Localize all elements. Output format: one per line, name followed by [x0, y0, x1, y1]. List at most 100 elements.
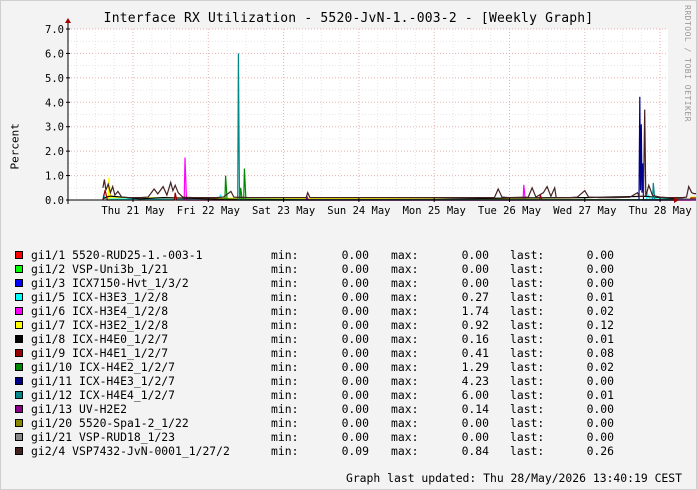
legend-last-label: last: — [510, 262, 545, 276]
legend-last-label: last: — [510, 290, 545, 304]
legend-last-value: 0.00 — [586, 402, 614, 416]
legend-min-value: 0.00 — [341, 290, 369, 304]
legend-row: gi1/2 VSP-Uni3b_1/21 min: 0.00 max: 0.00 last… — [15, 262, 655, 276]
legend-min-value: 0.00 — [341, 346, 369, 360]
legend-series-name: gi1/3 ICX7150-Hvt_1/3/2 — [31, 276, 189, 290]
legend-last-value: 0.00 — [586, 248, 614, 262]
legend-last-value: 0.01 — [586, 290, 614, 304]
legend-max-label: max: — [391, 290, 419, 304]
y-tick-label: 0.0 — [45, 195, 64, 207]
legend-row: gi1/21 VSP-RUD18_1/23 min: 0.00 max: 0.00 las… — [15, 430, 655, 444]
legend-last-label: last: — [510, 346, 545, 360]
legend-series-name: gi1/1 5520-RUD25-1.-003-1 — [31, 248, 203, 262]
legend-swatch — [15, 377, 23, 385]
legend-swatch — [15, 419, 23, 427]
legend-min-value: 0.00 — [341, 416, 369, 430]
legend-max-label: max: — [391, 332, 419, 346]
legend-last-value: 0.00 — [586, 262, 614, 276]
legend-last-value: 0.00 — [586, 374, 614, 388]
legend-swatch — [15, 391, 23, 399]
legend-last-value: 0.02 — [586, 304, 614, 318]
legend-last-label: last: — [510, 318, 545, 332]
legend-series-name: gi1/20 5520-Spa1-2_1/22 — [31, 416, 189, 430]
x-tick-label: Wed 27 May — [553, 205, 616, 217]
legend-row: gi1/13 UV-H2E2 min: 0.00 max: 0.14 last: 0.00 — [15, 402, 655, 416]
legend-last-value: 0.00 — [586, 276, 614, 290]
legend-max-label: max: — [391, 444, 419, 458]
legend-min-label: min: — [271, 304, 299, 318]
legend-row: gi2/4 VSP7432-JvN-0001_1/27/2 min: 0.09 max… — [15, 444, 655, 458]
legend-min-value: 0.00 — [341, 388, 369, 402]
legend-min-label: min: — [271, 374, 299, 388]
legend: gi1/1 5520-RUD25-1.-003-1 min: 0.00 max: 0.0… — [15, 248, 655, 458]
legend-max-value: 4.23 — [461, 374, 489, 388]
legend-min-label: min: — [271, 388, 299, 402]
chart-plot: 0.0 1.0 2.0 3.0 4.0 5.0 6.0 7.0 Thu 21 May Fri 22… — [45, 18, 696, 217]
legend-row: gi1/8 ICX-H4E0_1/2/7 min: 0.00 max: 0.16 last… — [15, 332, 655, 346]
y-tick-label: 5.0 — [45, 73, 64, 85]
x-tick-label: Fri 22 May — [177, 205, 240, 217]
legend-min-label: min: — [271, 262, 299, 276]
legend-max-value: 0.92 — [461, 318, 489, 332]
legend-max-label: max: — [391, 360, 419, 374]
legend-swatch — [15, 349, 23, 357]
legend-swatch — [15, 433, 23, 441]
legend-series-name: gi1/5 ICX-H3E3_1/2/8 — [31, 290, 169, 304]
y-tick-label: 3.0 — [45, 122, 64, 134]
legend-last-label: last: — [510, 444, 545, 458]
x-tick-label: Thu 28 May — [628, 205, 691, 217]
legend-series-name: gi2/4 VSP7432-JvN-0001_1/27/2 — [31, 444, 230, 458]
legend-last-value: 0.26 — [586, 444, 614, 458]
legend-min-label: min: — [271, 402, 299, 416]
legend-last-value: 0.12 — [586, 318, 614, 332]
legend-min-value: 0.00 — [341, 332, 369, 346]
legend-last-label: last: — [510, 332, 545, 346]
legend-last-label: last: — [510, 402, 545, 416]
x-tick-label: Mon 25 May — [403, 205, 466, 217]
legend-max-label: max: — [391, 416, 419, 430]
legend-min-label: min: — [271, 416, 299, 430]
legend-series-name: gi1/12 ICX-H4E4_1/2/7 — [31, 388, 176, 402]
legend-series-name: gi1/11 ICX-H4E3_1/2/7 — [31, 374, 176, 388]
legend-series-name: gi1/21 VSP-RUD18_1/23 — [31, 430, 176, 444]
legend-min-label: min: — [271, 248, 299, 262]
legend-max-value: 0.00 — [461, 416, 489, 430]
legend-row: gi1/5 ICX-H3E3_1/2/8 min: 0.00 max: 0.27 last… — [15, 290, 655, 304]
legend-min-value: 0.00 — [341, 304, 369, 318]
legend-series-name: gi1/2 VSP-Uni3b_1/21 — [31, 262, 169, 276]
legend-min-value: 0.00 — [341, 430, 369, 444]
legend-min-label: min: — [271, 276, 299, 290]
legend-max-label: max: — [391, 248, 419, 262]
legend-min-label: min: — [271, 430, 299, 444]
x-tick-label: Tue 26 May — [478, 205, 541, 217]
legend-series-name: gi1/8 ICX-H4E0_1/2/7 — [31, 332, 169, 346]
legend-swatch — [15, 307, 23, 315]
legend-row: gi1/3 ICX7150-Hvt_1/3/2 min: 0.00 max: 0.00 l… — [15, 276, 655, 290]
legend-series-name: gi1/7 ICX-H3E2_1/2/8 — [31, 318, 169, 332]
legend-last-label: last: — [510, 360, 545, 374]
legend-last-label: last: — [510, 430, 545, 444]
legend-last-value: 0.00 — [586, 416, 614, 430]
legend-swatch — [15, 447, 23, 455]
legend-swatch — [15, 335, 23, 343]
legend-max-value: 1.29 — [461, 360, 489, 374]
legend-max-label: max: — [391, 276, 419, 290]
legend-min-value: 0.00 — [341, 248, 369, 262]
legend-last-value: 0.01 — [586, 388, 614, 402]
legend-max-label: max: — [391, 318, 419, 332]
legend-max-label: max: — [391, 346, 419, 360]
legend-swatch — [15, 363, 23, 371]
legend-row: gi1/20 5520-Spa1-2_1/22 min: 0.00 max: 0.00 l… — [15, 416, 655, 430]
y-tick-label: 7.0 — [45, 24, 64, 36]
legend-max-label: max: — [391, 304, 419, 318]
x-tick-label: Thu 21 May — [101, 205, 164, 217]
legend-last-label: last: — [510, 388, 545, 402]
y-tick-label: 2.0 — [45, 146, 64, 158]
legend-min-value: 0.00 — [341, 276, 369, 290]
legend-series-name: gi1/9 ICX-H4E1_1/2/7 — [31, 346, 169, 360]
legend-series-name: gi1/6 ICX-H3E4_1/2/8 — [31, 304, 169, 318]
legend-max-label: max: — [391, 402, 419, 416]
legend-swatch — [15, 279, 23, 287]
legend-min-label: min: — [271, 360, 299, 374]
legend-row: gi1/6 ICX-H3E4_1/2/8 min: 0.00 max: 1.74 last… — [15, 304, 655, 318]
